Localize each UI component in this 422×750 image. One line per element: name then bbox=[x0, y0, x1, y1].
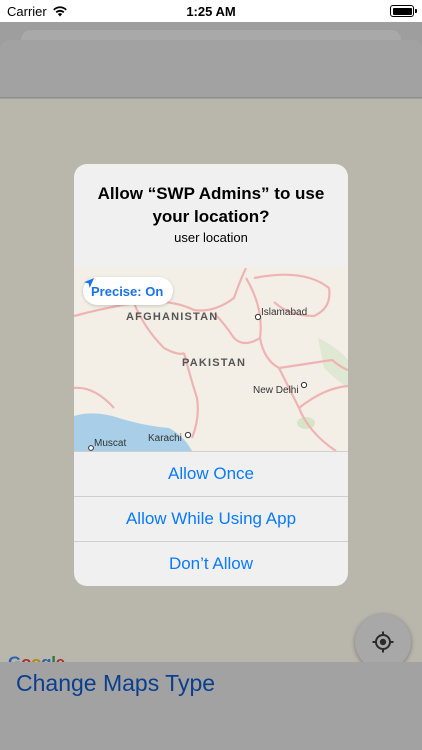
carrier-label: Carrier bbox=[7, 3, 47, 19]
change-maps-type-button[interactable]: Change Maps Type bbox=[16, 670, 215, 697]
city-dot-icon bbox=[184, 431, 192, 439]
allow-once-button[interactable]: Allow Once bbox=[74, 451, 348, 496]
precise-location-toggle[interactable]: Precise: On bbox=[83, 277, 174, 305]
precise-label: Precise: On bbox=[91, 283, 164, 299]
allow-while-using-app-button[interactable]: Allow While Using App bbox=[74, 496, 348, 541]
map-label-islamabad: Islamabad bbox=[261, 307, 308, 318]
alert-title: Allow “SWP Admins” to use your location? bbox=[97, 184, 325, 226]
status-bar: Carrier 1:25 AM bbox=[0, 0, 422, 22]
battery-icon bbox=[390, 5, 417, 17]
alert-message: user location bbox=[174, 230, 248, 245]
map-label-new-delhi: New Delhi bbox=[253, 385, 299, 396]
map-label-karachi: Karachi bbox=[148, 433, 182, 444]
location-permission-alert: Allow “SWP Admins” to use your location?… bbox=[74, 164, 348, 586]
alert-location-map: Precise: On AFGHANISTAN PAKISTAN Islamab… bbox=[74, 268, 348, 451]
location-arrow-icon bbox=[84, 278, 94, 288]
dont-allow-button[interactable]: Don’t Allow bbox=[74, 541, 348, 586]
map-label-muscat: Muscat bbox=[94, 438, 127, 449]
crosshair-icon bbox=[372, 631, 394, 653]
map-label-pakistan: PAKISTAN bbox=[182, 357, 247, 369]
status-left: Carrier bbox=[7, 4, 68, 19]
sheet-header bbox=[0, 40, 422, 98]
map-label-afghanistan: AFGHANISTAN bbox=[126, 311, 219, 323]
city-dot-icon bbox=[300, 381, 308, 389]
wifi-icon bbox=[52, 6, 67, 17]
